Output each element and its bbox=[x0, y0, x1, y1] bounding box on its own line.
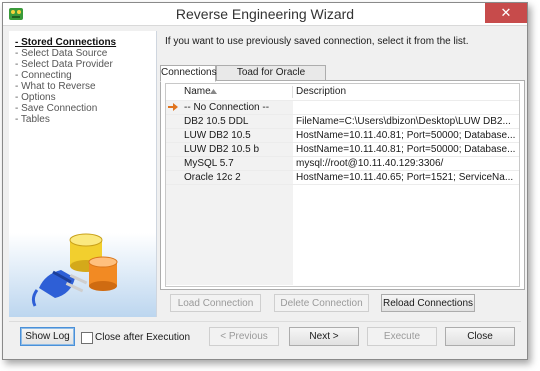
step-options: - Options bbox=[15, 92, 56, 103]
database-plug-illustration bbox=[31, 233, 118, 307]
row-divider bbox=[166, 184, 519, 185]
column-header-description[interactable]: Description bbox=[296, 84, 346, 100]
window-title: Reverse Engineering Wizard bbox=[175, 6, 355, 22]
step-connecting: - Connecting bbox=[15, 70, 72, 81]
footer-divider bbox=[9, 321, 521, 322]
column-header-name[interactable]: Name bbox=[184, 84, 211, 100]
tab-connections[interactable]: Connections bbox=[160, 65, 217, 82]
connection-name: MySQL 5.7 bbox=[184, 158, 234, 169]
tab-toad-for-oracle-connections[interactable]: Toad for Oracle Connections bbox=[216, 65, 326, 92]
connection-name: LUW DB2 10.5 b bbox=[184, 144, 260, 155]
instruction-text: If you want to use previously saved conn… bbox=[165, 36, 469, 47]
show-log-button[interactable]: Show Log bbox=[20, 327, 75, 346]
connection-description: mysql://root@10.11.40.129:3306/ bbox=[296, 158, 444, 169]
close-button[interactable]: Close bbox=[445, 327, 515, 346]
close-after-execution-checkbox[interactable] bbox=[81, 332, 93, 344]
column-separator bbox=[292, 86, 293, 98]
sort-ascending-icon bbox=[210, 89, 217, 94]
previous-button[interactable]: < Previous bbox=[209, 327, 279, 346]
title-bar: Reverse Engineering Wizard ✕ bbox=[3, 3, 527, 26]
connections-grid[interactable]: Name Description -- No Connection -- DB2… bbox=[165, 83, 520, 287]
reload-connections-button[interactable]: Reload Connections bbox=[381, 294, 475, 312]
connection-description: HostName=10.11.40.81; Port=50000; Databa… bbox=[296, 130, 516, 141]
close-after-execution-label: Close after Execution bbox=[95, 332, 191, 343]
step-what-to-reverse: - What to Reverse bbox=[15, 81, 96, 92]
step-save-connection: - Save Connection bbox=[15, 103, 98, 114]
delete-connection-button[interactable]: Delete Connection bbox=[274, 294, 369, 312]
step-tables: - Tables bbox=[15, 114, 50, 125]
step-select-data-source: - Select Data Source bbox=[15, 48, 108, 59]
connection-description: FileName=C:\Users\dbizon\Desktop\LUW DB2… bbox=[296, 116, 511, 127]
window-close-button[interactable]: ✕ bbox=[485, 3, 527, 23]
connections-tab-panel: Name Description -- No Connection -- DB2… bbox=[160, 80, 525, 290]
connection-name: DB2 10.5 DDL bbox=[184, 116, 249, 127]
connection-name: LUW DB2 10.5 bbox=[184, 130, 251, 141]
wizard-window: Reverse Engineering Wizard ✕ - Stored Co… bbox=[2, 2, 528, 360]
next-button[interactable]: Next > bbox=[289, 327, 359, 346]
execute-button[interactable]: Execute bbox=[367, 327, 437, 346]
connection-name: Oracle 12c 2 bbox=[184, 172, 241, 183]
step-stored-connections: - Stored Connections bbox=[15, 37, 117, 48]
connection-description: HostName=10.11.40.65; Port=1521; Service… bbox=[296, 172, 514, 183]
row-pointer-arrow-icon bbox=[168, 103, 178, 111]
connection-name: -- No Connection -- bbox=[184, 102, 270, 113]
step-select-data-provider: - Select Data Provider bbox=[15, 59, 113, 70]
connection-description: HostName=10.11.40.81; Port=50000; Databa… bbox=[296, 144, 516, 155]
load-connection-button[interactable]: Load Connection bbox=[170, 294, 261, 312]
